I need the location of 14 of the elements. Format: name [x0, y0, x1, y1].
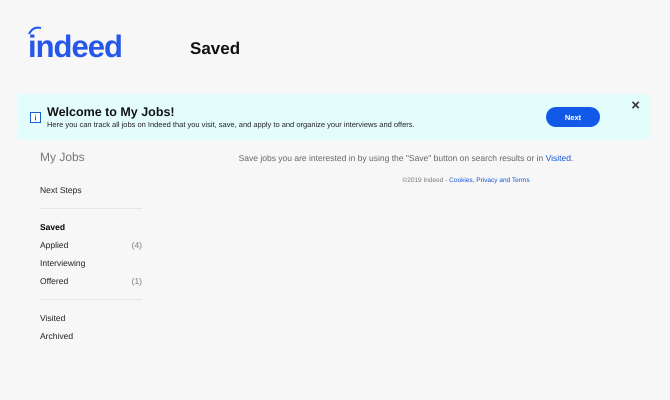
sidebar-item[interactable]: Visited — [40, 309, 142, 327]
sidebar-title: My Jobs — [40, 150, 86, 164]
visited-link[interactable]: Visited — [546, 153, 571, 163]
sidebar-item[interactable]: Interviewing — [40, 254, 142, 272]
sidebar-item[interactable]: Applied (4) — [40, 236, 142, 254]
indeed-logo[interactable]: indeed — [28, 23, 168, 65]
sidebar-item[interactable]: Next Steps — [40, 181, 142, 199]
sidebar-item[interactable]: Saved — [40, 218, 142, 236]
sidebar-item[interactable]: Offered (1) — [40, 272, 142, 290]
banner-title: Welcome to My Jobs! — [47, 105, 176, 119]
page-title: Saved — [190, 38, 240, 59]
sidebar-item[interactable]: Archived — [40, 327, 142, 345]
info-icon — [30, 112, 41, 122]
empty-message: Save jobs you are interested in by using the "Save" button on search results or in Visited. — [238, 153, 574, 163]
